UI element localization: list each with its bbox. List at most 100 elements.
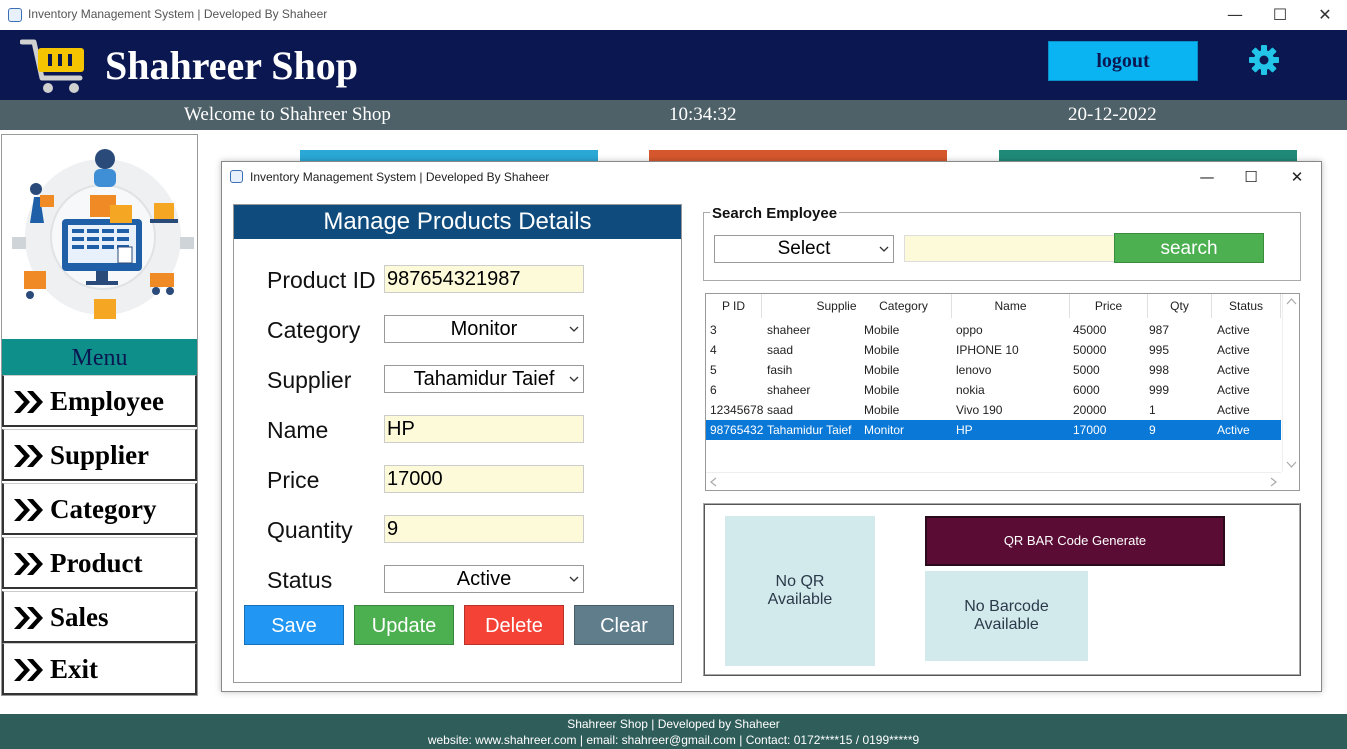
dialog-title: Inventory Management System | Developed … xyxy=(250,170,550,184)
qr-placeholder: No QR Available xyxy=(725,516,875,666)
quantity-label: Quantity xyxy=(267,517,353,543)
welcome-bar: Welcome to Shahreer Shop 10:34:32 20-12-… xyxy=(0,100,1347,130)
delete-button[interactable]: Delete xyxy=(464,605,564,645)
cell-name: nokia xyxy=(956,383,985,397)
chevron-down-icon xyxy=(569,326,579,332)
search-button[interactable]: search xyxy=(1114,233,1264,263)
menu-item-label: Employee xyxy=(50,386,164,416)
vertical-scrollbar[interactable] xyxy=(1282,294,1299,472)
horizontal-scrollbar[interactable] xyxy=(706,472,1281,490)
menu-employee-button[interactable]: Employee xyxy=(2,375,197,427)
cell-qty: 1 xyxy=(1149,403,1156,417)
cell-price: 45000 xyxy=(1073,323,1107,337)
generate-code-button[interactable]: QR BAR Code Generate xyxy=(925,516,1225,566)
menu-sales-button[interactable]: Sales xyxy=(2,591,197,643)
menu-category-button[interactable]: Category xyxy=(2,483,197,535)
category-select[interactable]: Monitor xyxy=(384,315,584,343)
search-by-select[interactable]: Select xyxy=(714,235,894,263)
cell-status: Active xyxy=(1217,323,1250,337)
column-header-status[interactable]: Status xyxy=(1212,294,1281,318)
qr-text-line2: Available xyxy=(767,591,833,608)
app-header: Shahreer Shop logout xyxy=(0,30,1347,100)
price-label: Price xyxy=(267,467,320,493)
status-select[interactable]: Active xyxy=(384,565,584,593)
menu-item-label: Supplier xyxy=(50,440,150,470)
footer-credit: Shahreer Shop | Developed by Shaheer xyxy=(567,717,780,731)
category-select-value: Monitor xyxy=(450,318,518,340)
table-row[interactable]: 12345678 saad Mobile Vivo 190 20000 1 Ac… xyxy=(706,400,1281,420)
cell-price: 17000 xyxy=(1073,423,1107,437)
name-input[interactable]: HP xyxy=(384,415,584,443)
maximize-button[interactable]: ☐ xyxy=(1258,2,1302,28)
menu-item-label: Sales xyxy=(50,602,109,632)
cell-price: 6000 xyxy=(1073,383,1100,397)
code-panel: No QR Available QR BAR Code Generate No … xyxy=(703,503,1301,676)
cell-status: Active xyxy=(1217,383,1250,397)
column-header-price[interactable]: Price xyxy=(1070,294,1148,318)
menu-supplier-button[interactable]: Supplier xyxy=(2,429,197,481)
table-row-selected[interactable]: 98765432 Tahamidur Taief Monitor HP 1700… xyxy=(706,420,1281,440)
scroll-arrows-icon xyxy=(710,477,1277,487)
menu-item-label: Exit xyxy=(50,654,99,684)
inventory-illustration xyxy=(12,149,194,319)
status-select-value: Active xyxy=(456,568,512,590)
table-row[interactable]: 5 fasih Mobile lenovo 5000 998 Active xyxy=(706,360,1281,380)
cell-name: oppo xyxy=(956,323,983,337)
cell-pid: 12345678 xyxy=(710,403,764,417)
column-header-qty[interactable]: Qty xyxy=(1148,294,1212,318)
supplier-label: Supplier xyxy=(267,367,352,393)
close-button[interactable]: ✕ xyxy=(1303,2,1347,28)
minimize-button[interactable]: — xyxy=(1213,2,1257,28)
column-header-category[interactable]: Category xyxy=(856,294,952,318)
scroll-arrows-icon xyxy=(1286,298,1297,468)
menu-exit-button[interactable]: Exit xyxy=(2,643,197,695)
product-id-input[interactable]: 987654321987 xyxy=(384,265,584,293)
double-chevron-icon xyxy=(14,659,43,681)
dialog-close-button[interactable]: ✕ xyxy=(1275,165,1319,189)
search-select-value: Select xyxy=(777,238,831,259)
cell-supplier: fasih xyxy=(767,363,793,377)
chevron-down-icon xyxy=(569,576,579,582)
cell-status: Active xyxy=(1217,363,1250,377)
app-icon xyxy=(230,170,243,183)
form-heading: Manage Products Details xyxy=(234,205,681,239)
logout-button[interactable]: logout xyxy=(1048,41,1198,81)
supplier-select[interactable]: Tahamidur Taief xyxy=(384,365,584,393)
cell-pid: 4 xyxy=(710,343,717,357)
double-chevron-icon xyxy=(14,445,43,467)
product-dialog: Inventory Management System | Developed … xyxy=(221,161,1322,692)
cell-name: lenovo xyxy=(956,363,992,377)
column-header-pid[interactable]: P ID xyxy=(706,294,762,318)
quantity-input[interactable]: 9 xyxy=(384,515,584,543)
update-button[interactable]: Update xyxy=(354,605,454,645)
double-chevron-icon xyxy=(14,499,43,521)
cell-category: Monitor xyxy=(864,423,905,437)
barcode-text-line1: No Barcode xyxy=(964,598,1049,615)
search-input[interactable] xyxy=(904,235,1116,262)
gear-icon[interactable] xyxy=(1248,44,1280,76)
price-input[interactable]: 17000 xyxy=(384,465,584,493)
cell-qty: 995 xyxy=(1149,343,1170,357)
cell-pid: 3 xyxy=(710,323,717,337)
name-label: Name xyxy=(267,417,329,443)
cell-qty: 998 xyxy=(1149,363,1170,377)
table-row[interactable]: 3 shaheer Mobile oppo 45000 987 Active xyxy=(706,320,1281,340)
save-button[interactable]: Save xyxy=(244,605,344,645)
table-row[interactable]: 6 shaheer Mobile nokia 6000 999 Active xyxy=(706,380,1281,400)
table-viewport: P ID Supplier Category Name Price Qty St… xyxy=(706,294,1281,472)
cell-category: Mobile xyxy=(864,363,900,377)
double-chevron-icon xyxy=(14,607,43,629)
column-header-name[interactable]: Name xyxy=(952,294,1070,318)
clear-button[interactable]: Clear xyxy=(574,605,674,645)
search-legend: Search Employee xyxy=(710,205,840,222)
menu-product-button[interactable]: Product xyxy=(2,537,197,589)
table-row[interactable]: 4 saad Mobile IPHONE 10 50000 995 Active xyxy=(706,340,1281,360)
barcode-placeholder: No Barcode Available xyxy=(925,571,1088,661)
dialog-minimize-button[interactable]: — xyxy=(1185,165,1229,189)
cell-price: 20000 xyxy=(1073,403,1107,417)
cell-name: Vivo 190 xyxy=(956,403,1003,417)
dialog-maximize-button[interactable]: ☐ xyxy=(1229,165,1273,189)
window-title-bar: Inventory Management System | Developed … xyxy=(0,0,1347,30)
cell-supplier: saad xyxy=(767,343,794,357)
chevron-down-icon xyxy=(879,246,889,252)
